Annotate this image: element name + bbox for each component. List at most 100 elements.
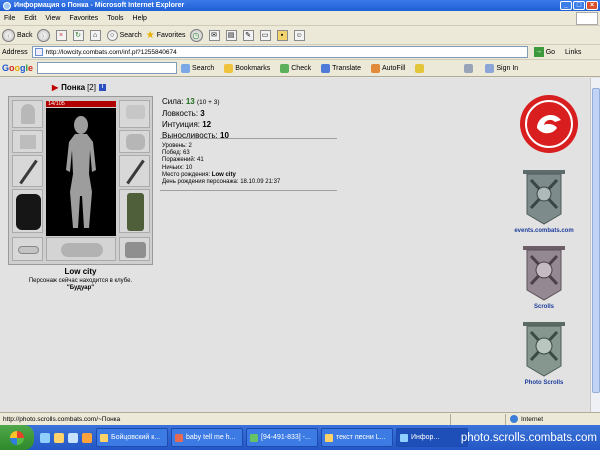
print-button[interactable]: ▤	[225, 29, 239, 41]
ie-quicklaunch-icon[interactable]	[40, 432, 50, 443]
search-icon: ○	[106, 29, 118, 41]
earring-slot[interactable]	[119, 100, 150, 128]
stop-button[interactable]: ×	[55, 29, 69, 41]
messenger-button[interactable]: ☺	[293, 29, 307, 41]
window-icon	[250, 433, 258, 442]
forward-button[interactable]: ›	[36, 28, 52, 42]
info-divider	[160, 190, 337, 191]
bracer-slot[interactable]	[12, 130, 43, 153]
menu-tools[interactable]: Tools	[107, 15, 123, 22]
combats-logo[interactable]	[505, 94, 583, 156]
menu-view[interactable]: View	[45, 15, 60, 22]
google-autofill-label: AutoFill	[382, 64, 406, 72]
events-link-block[interactable]: events.combats.com	[505, 168, 583, 234]
home-button[interactable]: ⌂	[89, 29, 103, 41]
refresh-button[interactable]: ↻	[72, 29, 86, 41]
status-url: http://photo.scrolls.combats.com/~Понка	[3, 415, 121, 423]
autofill-icon	[371, 63, 381, 73]
folder-icon: ▪	[276, 29, 288, 41]
taskbar-item[interactable]: [94-491-833] -...	[246, 428, 318, 447]
mail-button[interactable]: ✉	[208, 29, 222, 41]
scrollbar-thumb[interactable]	[592, 88, 600, 393]
google-logo: Google	[2, 63, 34, 73]
discuss-button[interactable]: ▭	[259, 29, 273, 41]
menu-bar: File Edit View Favorites Tools Help	[0, 11, 600, 26]
info-birthplace: Место рождения: Low city	[162, 171, 236, 178]
photo-watermark: photo.scrolls.combats.com	[460, 431, 597, 444]
media-quicklaunch-icon[interactable]	[82, 432, 92, 443]
stat-value: 13	[185, 97, 195, 106]
back-button[interactable]: ‹ Back	[2, 28, 33, 42]
google-autofill-button[interactable]: AutoFill	[371, 63, 406, 73]
start-button[interactable]	[0, 425, 34, 450]
pants-slot[interactable]	[119, 189, 150, 233]
google-signin-button[interactable]: Sign In	[485, 63, 518, 73]
scrolls-link-block[interactable]: Scrolls	[505, 244, 583, 310]
events-link[interactable]: events.combats.com	[505, 228, 583, 234]
google-translate-label: Translate	[332, 64, 362, 72]
menu-file[interactable]: File	[4, 15, 15, 22]
character-header: ▶ Понка [2] i	[52, 83, 106, 92]
armor-slot[interactable]	[12, 189, 43, 233]
stat-value: 12	[202, 120, 212, 129]
links-button[interactable]: Links	[565, 49, 581, 56]
status-separator	[505, 414, 506, 425]
close-button[interactable]: ×	[586, 1, 598, 10]
window-icon	[325, 433, 333, 442]
address-label: Address	[2, 48, 28, 56]
menu-favorites[interactable]: Favorites	[69, 15, 98, 22]
address-input[interactable]: http://lowcity.combats.com/inf.pl?125584…	[31, 46, 528, 58]
messenger-icon: ☺	[293, 29, 305, 41]
google-settings-button[interactable]	[464, 63, 475, 73]
vertical-scrollbar[interactable]	[590, 78, 600, 412]
google-pencil-button[interactable]	[415, 63, 426, 73]
refresh-icon: ↻	[72, 29, 84, 41]
boots-slot[interactable]	[119, 237, 150, 261]
search-button[interactable]: ○ Search	[106, 29, 142, 41]
stat-row: Ловкость: 3	[162, 109, 205, 118]
info-icon[interactable]: i	[98, 84, 106, 91]
taskbar-item[interactable]: текст песни L...	[321, 428, 393, 447]
info-birthday: День рождения персонажа: 18.10.09 21:37	[162, 179, 281, 186]
google-bookmarks-button[interactable]: Bookmarks	[224, 63, 270, 73]
hp-bar: 14/105	[46, 101, 116, 107]
club-status-text: Персонаж сейчас находится в клубе.	[28, 278, 133, 284]
window-icon	[100, 433, 108, 442]
weapon-left-slot[interactable]	[12, 155, 43, 187]
go-button[interactable]: → Go	[533, 47, 555, 57]
taskbar-item[interactable]: Бойцовский к...	[96, 428, 168, 447]
bracer-icon	[20, 135, 36, 149]
favorites-button[interactable]: ★ Favorites	[146, 30, 186, 41]
belt-slot[interactable]	[12, 237, 43, 261]
translate-icon	[321, 63, 331, 73]
google-translate-button[interactable]: Translate	[321, 63, 362, 73]
weapon-right-slot[interactable]	[119, 155, 150, 187]
scrolls-link[interactable]: Scrolls	[505, 304, 583, 310]
stat-row: Интуиция: 12	[162, 120, 212, 129]
google-check-label: Check	[291, 64, 312, 72]
helmet-slot[interactable]	[12, 100, 43, 128]
google-check-button[interactable]: Check	[280, 63, 312, 73]
info-level: Уровень: 2	[162, 143, 192, 149]
edit-button[interactable]: ✎	[242, 29, 256, 41]
photo-scrolls-link-block[interactable]: Photo Scrolls	[505, 320, 583, 386]
explorer-quicklaunch-icon[interactable]	[68, 432, 78, 443]
photo-scrolls-link[interactable]: Photo Scrolls	[505, 380, 583, 386]
google-search-input[interactable]	[37, 62, 178, 74]
menu-help[interactable]: Help	[133, 15, 147, 22]
minimize-button[interactable]: _	[560, 1, 572, 10]
character-equipment-frame: 14/105	[8, 96, 153, 265]
gloves-slot[interactable]	[119, 130, 150, 153]
knife-icon	[126, 159, 145, 185]
character-city: Low city	[64, 267, 97, 276]
desktop-quicklaunch-icon[interactable]	[54, 432, 64, 443]
history-button[interactable]: ◷	[189, 28, 205, 42]
menu-edit[interactable]: Edit	[24, 15, 36, 22]
google-search-button[interactable]: Search	[181, 63, 214, 73]
folder-button[interactable]: ▪	[276, 29, 290, 41]
info-losses: Поражений: 41	[162, 157, 204, 164]
google-toolbar: Google Search Bookmarks Check Translate …	[0, 60, 600, 77]
stop-icon: ×	[55, 29, 67, 41]
maximize-button[interactable]: □	[573, 1, 585, 10]
taskbar-item[interactable]: baby tell me h...	[171, 428, 243, 447]
